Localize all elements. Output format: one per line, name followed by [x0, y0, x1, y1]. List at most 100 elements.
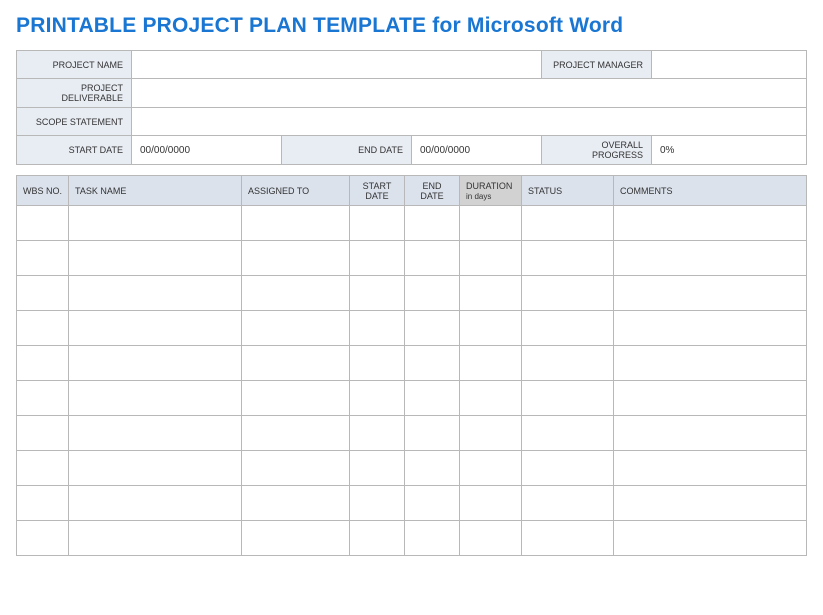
project-name-field[interactable]	[132, 51, 542, 79]
cell-start-date[interactable]	[350, 206, 405, 241]
cell-wbs-no[interactable]	[17, 311, 69, 346]
cell-assigned-to[interactable]	[242, 521, 350, 556]
start-date-label: START DATE	[17, 136, 132, 165]
cell-start-date[interactable]	[350, 311, 405, 346]
cell-start-date[interactable]	[350, 416, 405, 451]
scope-statement-field[interactable]	[132, 108, 807, 136]
cell-task-name[interactable]	[69, 241, 242, 276]
cell-end-date[interactable]	[405, 276, 460, 311]
cell-start-date[interactable]	[350, 346, 405, 381]
cell-task-name[interactable]	[69, 486, 242, 521]
page-title: PRINTABLE PROJECT PLAN TEMPLATE for Micr…	[16, 14, 807, 38]
cell-comments[interactable]	[614, 486, 807, 521]
header-comments: COMMENTS	[614, 176, 807, 206]
cell-end-date[interactable]	[405, 521, 460, 556]
overall-progress-label: OVERALL PROGRESS	[542, 136, 652, 165]
cell-task-name[interactable]	[69, 521, 242, 556]
cell-duration[interactable]	[460, 486, 522, 521]
cell-comments[interactable]	[614, 381, 807, 416]
cell-assigned-to[interactable]	[242, 346, 350, 381]
cell-wbs-no[interactable]	[17, 416, 69, 451]
cell-wbs-no[interactable]	[17, 276, 69, 311]
cell-assigned-to[interactable]	[242, 276, 350, 311]
cell-duration[interactable]	[460, 346, 522, 381]
cell-status[interactable]	[522, 241, 614, 276]
cell-wbs-no[interactable]	[17, 206, 69, 241]
cell-start-date[interactable]	[350, 451, 405, 486]
cell-duration[interactable]	[460, 276, 522, 311]
task-table: WBS NO. TASK NAME ASSIGNED TO START DATE…	[16, 175, 807, 556]
cell-wbs-no[interactable]	[17, 241, 69, 276]
overall-progress-field[interactable]: 0%	[652, 136, 807, 165]
header-duration-main: DURATION	[466, 181, 512, 191]
cell-assigned-to[interactable]	[242, 381, 350, 416]
cell-wbs-no[interactable]	[17, 451, 69, 486]
cell-task-name[interactable]	[69, 381, 242, 416]
cell-wbs-no[interactable]	[17, 346, 69, 381]
table-row	[17, 381, 807, 416]
cell-start-date[interactable]	[350, 521, 405, 556]
cell-task-name[interactable]	[69, 311, 242, 346]
cell-task-name[interactable]	[69, 346, 242, 381]
cell-comments[interactable]	[614, 311, 807, 346]
table-row	[17, 346, 807, 381]
cell-status[interactable]	[522, 276, 614, 311]
cell-assigned-to[interactable]	[242, 451, 350, 486]
cell-duration[interactable]	[460, 241, 522, 276]
cell-end-date[interactable]	[405, 311, 460, 346]
cell-status[interactable]	[522, 486, 614, 521]
cell-comments[interactable]	[614, 276, 807, 311]
cell-start-date[interactable]	[350, 381, 405, 416]
cell-assigned-to[interactable]	[242, 486, 350, 521]
project-deliverable-field[interactable]	[132, 79, 807, 108]
cell-end-date[interactable]	[405, 241, 460, 276]
cell-duration[interactable]	[460, 381, 522, 416]
cell-status[interactable]	[522, 416, 614, 451]
cell-end-date[interactable]	[405, 206, 460, 241]
header-start-date: START DATE	[350, 176, 405, 206]
cell-wbs-no[interactable]	[17, 486, 69, 521]
cell-end-date[interactable]	[405, 381, 460, 416]
cell-end-date[interactable]	[405, 486, 460, 521]
cell-comments[interactable]	[614, 451, 807, 486]
project-manager-field[interactable]	[652, 51, 807, 79]
cell-start-date[interactable]	[350, 276, 405, 311]
cell-wbs-no[interactable]	[17, 381, 69, 416]
table-row	[17, 206, 807, 241]
cell-duration[interactable]	[460, 311, 522, 346]
cell-duration[interactable]	[460, 206, 522, 241]
cell-status[interactable]	[522, 311, 614, 346]
cell-assigned-to[interactable]	[242, 241, 350, 276]
cell-status[interactable]	[522, 381, 614, 416]
header-assigned-to: ASSIGNED TO	[242, 176, 350, 206]
cell-status[interactable]	[522, 346, 614, 381]
cell-wbs-no[interactable]	[17, 521, 69, 556]
cell-start-date[interactable]	[350, 241, 405, 276]
cell-comments[interactable]	[614, 346, 807, 381]
cell-status[interactable]	[522, 521, 614, 556]
cell-end-date[interactable]	[405, 346, 460, 381]
cell-status[interactable]	[522, 451, 614, 486]
end-date-field[interactable]: 00/00/0000	[412, 136, 542, 165]
cell-end-date[interactable]	[405, 451, 460, 486]
cell-start-date[interactable]	[350, 486, 405, 521]
cell-task-name[interactable]	[69, 206, 242, 241]
cell-task-name[interactable]	[69, 416, 242, 451]
cell-comments[interactable]	[614, 206, 807, 241]
cell-comments[interactable]	[614, 241, 807, 276]
start-date-field[interactable]: 00/00/0000	[132, 136, 282, 165]
cell-duration[interactable]	[460, 521, 522, 556]
scope-statement-label: SCOPE STATEMENT	[17, 108, 132, 136]
cell-comments[interactable]	[614, 416, 807, 451]
cell-status[interactable]	[522, 206, 614, 241]
cell-assigned-to[interactable]	[242, 311, 350, 346]
cell-duration[interactable]	[460, 416, 522, 451]
cell-end-date[interactable]	[405, 416, 460, 451]
cell-task-name[interactable]	[69, 276, 242, 311]
header-wbs-no: WBS NO.	[17, 176, 69, 206]
cell-duration[interactable]	[460, 451, 522, 486]
cell-assigned-to[interactable]	[242, 206, 350, 241]
cell-task-name[interactable]	[69, 451, 242, 486]
cell-comments[interactable]	[614, 521, 807, 556]
cell-assigned-to[interactable]	[242, 416, 350, 451]
